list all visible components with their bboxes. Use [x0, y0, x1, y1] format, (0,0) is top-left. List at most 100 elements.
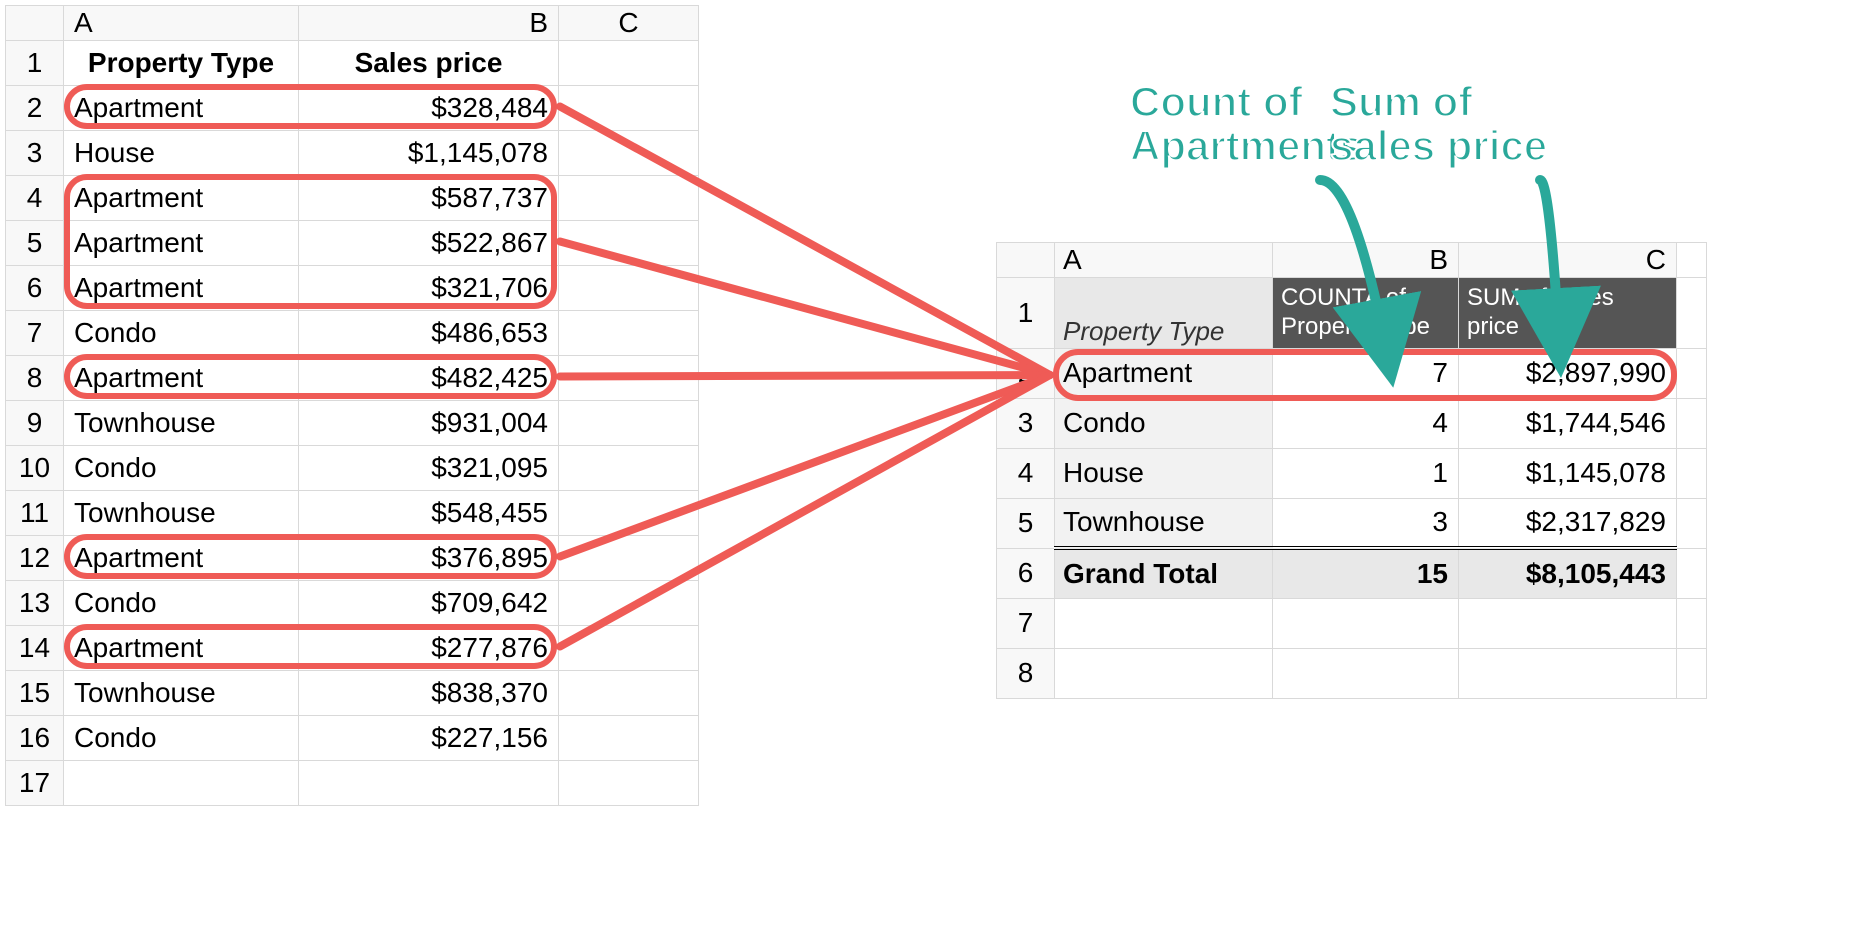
- row-header[interactable]: 2: [997, 348, 1055, 398]
- pivot-count[interactable]: 1: [1273, 448, 1459, 498]
- col-header-c[interactable]: C: [1459, 243, 1677, 278]
- row-header[interactable]: 2: [6, 86, 64, 131]
- cell-sales-price[interactable]: $486,653: [299, 311, 559, 356]
- cell[interactable]: [559, 41, 699, 86]
- pivot-count[interactable]: 3: [1273, 498, 1459, 548]
- cell-property-type[interactable]: Townhouse: [64, 671, 299, 716]
- row-header[interactable]: 15: [6, 671, 64, 716]
- cell[interactable]: [559, 671, 699, 716]
- cell-property-type[interactable]: Condo: [64, 716, 299, 761]
- pivot-label[interactable]: Apartment: [1055, 348, 1273, 398]
- row-header[interactable]: 7: [6, 311, 64, 356]
- cell[interactable]: [1677, 648, 1707, 698]
- row-header[interactable]: 14: [6, 626, 64, 671]
- pivot-sum[interactable]: $2,897,990: [1459, 348, 1677, 398]
- cell[interactable]: [559, 356, 699, 401]
- cell-property-type[interactable]: Townhouse: [64, 401, 299, 446]
- cell-property-type[interactable]: Apartment: [64, 356, 299, 401]
- col-header-a[interactable]: A: [1055, 243, 1273, 278]
- row-header[interactable]: 1: [6, 41, 64, 86]
- col-header-d[interactable]: [1677, 243, 1707, 278]
- cell[interactable]: [1677, 278, 1707, 349]
- cell[interactable]: [559, 536, 699, 581]
- col-header-a[interactable]: A: [64, 6, 299, 41]
- row-header[interactable]: 4: [6, 176, 64, 221]
- cell[interactable]: [1273, 598, 1459, 648]
- cell[interactable]: [1273, 648, 1459, 698]
- pivot-count[interactable]: 7: [1273, 348, 1459, 398]
- cell-sales-price[interactable]: $931,004: [299, 401, 559, 446]
- cell-property-type[interactable]: Condo: [64, 311, 299, 356]
- cell-property-type[interactable]: Apartment: [64, 536, 299, 581]
- cell[interactable]: [559, 266, 699, 311]
- cell-property-type[interactable]: [64, 761, 299, 806]
- row-header[interactable]: 1: [997, 278, 1055, 349]
- col-header-b[interactable]: B: [299, 6, 559, 41]
- cell-sales-price[interactable]: $227,156: [299, 716, 559, 761]
- header-sales-price[interactable]: Sales price: [299, 41, 559, 86]
- row-header[interactable]: 6: [6, 266, 64, 311]
- cell-sales-price[interactable]: $1,145,078: [299, 131, 559, 176]
- cell[interactable]: [559, 446, 699, 491]
- cell-property-type[interactable]: Condo: [64, 446, 299, 491]
- row-header[interactable]: 12: [6, 536, 64, 581]
- cell[interactable]: [559, 716, 699, 761]
- cell[interactable]: [1677, 598, 1707, 648]
- row-header[interactable]: 3: [997, 398, 1055, 448]
- cell[interactable]: [559, 86, 699, 131]
- cell[interactable]: [559, 581, 699, 626]
- cell[interactable]: [1055, 598, 1273, 648]
- row-header[interactable]: 11: [6, 491, 64, 536]
- cell[interactable]: [1677, 448, 1707, 498]
- cell-sales-price[interactable]: $376,895: [299, 536, 559, 581]
- cell[interactable]: [1677, 548, 1707, 598]
- row-header[interactable]: 7: [997, 598, 1055, 648]
- pivot-count-header[interactable]: COUNTA of Property Type: [1273, 278, 1459, 349]
- cell-property-type[interactable]: Apartment: [64, 221, 299, 266]
- cell[interactable]: [559, 761, 699, 806]
- pivot-grand-total-sum[interactable]: $8,105,443: [1459, 548, 1677, 598]
- pivot-label[interactable]: Condo: [1055, 398, 1273, 448]
- header-property-type[interactable]: Property Type: [64, 41, 299, 86]
- cell-sales-price[interactable]: $587,737: [299, 176, 559, 221]
- pivot-grand-total-label[interactable]: Grand Total: [1055, 548, 1273, 598]
- pivot-spreadsheet[interactable]: A B C 1 Property Type COUNTA of Property…: [996, 242, 1707, 699]
- cell[interactable]: [1459, 598, 1677, 648]
- pivot-sum[interactable]: $2,317,829: [1459, 498, 1677, 548]
- cell-property-type[interactable]: House: [64, 131, 299, 176]
- cell[interactable]: [1055, 648, 1273, 698]
- cell-sales-price[interactable]: $321,095: [299, 446, 559, 491]
- row-header[interactable]: 9: [6, 401, 64, 446]
- cell[interactable]: [559, 311, 699, 356]
- source-spreadsheet[interactable]: A B C 1 Property Type Sales price 2Apart…: [5, 5, 699, 806]
- cell-sales-price[interactable]: $277,876: [299, 626, 559, 671]
- cell-property-type[interactable]: Apartment: [64, 86, 299, 131]
- cell[interactable]: [1459, 648, 1677, 698]
- cell[interactable]: [559, 626, 699, 671]
- row-header[interactable]: 13: [6, 581, 64, 626]
- cell-sales-price[interactable]: $838,370: [299, 671, 559, 716]
- row-header[interactable]: 16: [6, 716, 64, 761]
- cell[interactable]: [559, 401, 699, 446]
- row-header[interactable]: 5: [6, 221, 64, 266]
- row-header[interactable]: 10: [6, 446, 64, 491]
- cell-property-type[interactable]: Condo: [64, 581, 299, 626]
- cell-property-type[interactable]: Townhouse: [64, 491, 299, 536]
- pivot-label[interactable]: House: [1055, 448, 1273, 498]
- cell[interactable]: [1677, 348, 1707, 398]
- row-header[interactable]: 6: [997, 548, 1055, 598]
- pivot-count[interactable]: 4: [1273, 398, 1459, 448]
- cell-property-type[interactable]: Apartment: [64, 176, 299, 221]
- cell-sales-price[interactable]: $522,867: [299, 221, 559, 266]
- cell-property-type[interactable]: Apartment: [64, 626, 299, 671]
- pivot-rowlabel-header[interactable]: Property Type: [1055, 278, 1273, 349]
- cell-sales-price[interactable]: [299, 761, 559, 806]
- cell-sales-price[interactable]: $321,706: [299, 266, 559, 311]
- cell[interactable]: [1677, 398, 1707, 448]
- pivot-label[interactable]: Townhouse: [1055, 498, 1273, 548]
- row-header[interactable]: 8: [997, 648, 1055, 698]
- cell[interactable]: [559, 131, 699, 176]
- cell-sales-price[interactable]: $548,455: [299, 491, 559, 536]
- col-header-b[interactable]: B: [1273, 243, 1459, 278]
- pivot-grand-total-count[interactable]: 15: [1273, 548, 1459, 598]
